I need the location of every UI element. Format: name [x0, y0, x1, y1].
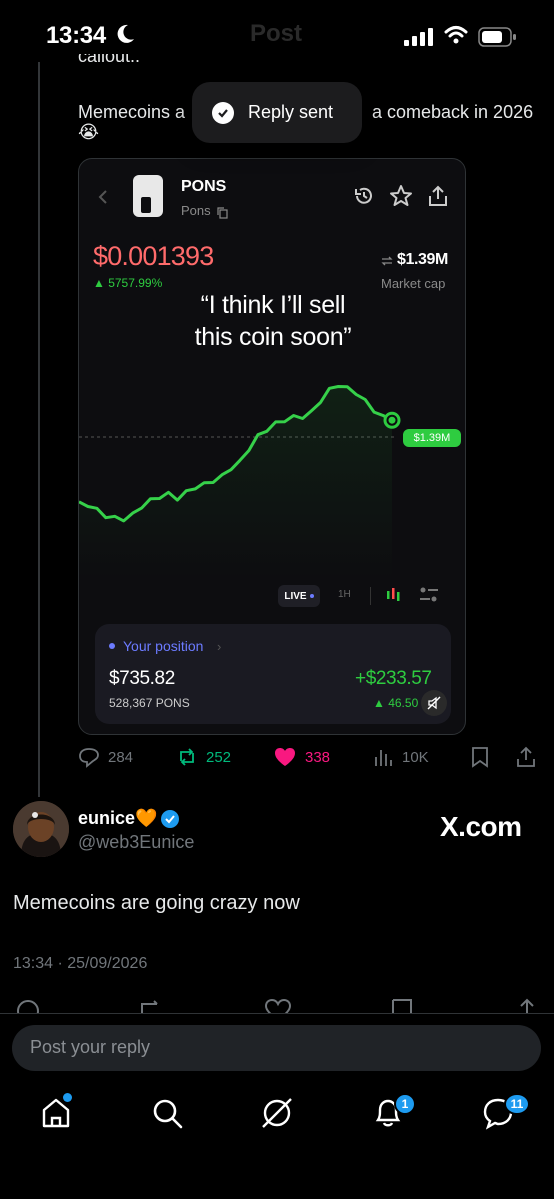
caption-line-1: “I think I’ll sell	[200, 291, 346, 319]
post-timestamp: 13:34 · 25/09/2026	[13, 955, 148, 972]
position-amount: 528,367 PONS	[109, 696, 190, 710]
position-label: Your position	[123, 638, 204, 654]
xcom-watermark: X.com	[440, 811, 522, 842]
share-icon[interactable]	[516, 998, 538, 1013]
overlay-caption: “I think I’ll sell this coin soon”	[79, 289, 465, 353]
views-icon	[375, 750, 392, 766]
avatar-image	[13, 801, 69, 857]
quoted-text-clipped: callout..	[78, 54, 141, 66]
verified-badge-icon	[161, 810, 179, 828]
signal-icon	[404, 28, 433, 46]
search-icon[interactable]	[150, 1096, 184, 1130]
heart-icon	[275, 748, 295, 766]
divider	[370, 587, 371, 605]
repost-icon	[180, 748, 194, 766]
check-icon	[212, 101, 234, 124]
share-icon[interactable]	[427, 184, 449, 208]
thread-text-end: a comeback in 2026	[372, 102, 534, 122]
clipped-action-row	[0, 996, 554, 1013]
history-icon[interactable]	[353, 185, 375, 207]
candlestick-icon[interactable]	[385, 586, 403, 604]
post-text: Memecoins are going crazy now	[13, 892, 300, 914]
live-toggle[interactable]: LIVE	[278, 585, 320, 607]
reply-icon	[79, 748, 99, 768]
repost-action[interactable]: 252	[176, 746, 231, 768]
thread-text-start: Memecoins a	[78, 102, 186, 122]
grok-icon[interactable]	[260, 1096, 294, 1130]
token-name: PONS	[181, 178, 227, 195]
crying-emoji: 😭	[78, 122, 100, 142]
like-action[interactable]: 338	[273, 746, 330, 768]
copy-icon[interactable]	[217, 207, 228, 219]
caption-line-2: this coin soon”	[194, 323, 352, 351]
moon-icon	[117, 24, 134, 43]
home-notification-dot	[63, 1093, 72, 1102]
notifications-badge: 1	[394, 1093, 416, 1115]
live-dot	[309, 594, 314, 598]
timeframe-1h[interactable]: 1H	[338, 589, 351, 600]
token-logo	[133, 175, 163, 217]
repost-count: 252	[206, 748, 232, 766]
views-action[interactable]: 10K	[372, 746, 429, 768]
position-pnl-pct: ▲ 46.50	[373, 696, 419, 710]
chart-area	[79, 386, 392, 579]
live-label: LIVE	[284, 590, 307, 602]
like-count: 338	[305, 748, 331, 766]
position-dot	[109, 643, 115, 649]
media-card[interactable]: PONS Pons $0.001393 ▲ 5757.99% $1.39M Ma…	[78, 158, 466, 735]
position-value: $735.82	[109, 668, 175, 689]
thread-connector-line	[38, 62, 40, 797]
market-cap-value: $1.39M	[397, 251, 448, 268]
price-change: ▲ 5757.99%	[93, 276, 163, 290]
chevron-right-icon: ›	[217, 639, 222, 654]
reply-placeholder: Post your reply	[30, 1037, 151, 1057]
token-symbol: Pons	[181, 203, 211, 218]
settings-sliders-icon[interactable]	[419, 586, 439, 604]
bookmark-icon[interactable]	[470, 746, 490, 768]
toast-label: Reply sent	[248, 102, 334, 122]
current-value-tag: $1.39M	[403, 429, 461, 447]
bookmark-icon[interactable]	[390, 998, 414, 1013]
heart-icon[interactable]	[264, 998, 292, 1013]
token-price: $0.001393	[93, 241, 214, 271]
star-icon[interactable]	[389, 184, 413, 208]
share-post-icon[interactable]	[515, 746, 537, 768]
position-pnl: +$233.57	[355, 668, 432, 689]
mute-icon	[427, 696, 441, 710]
wifi-icon	[444, 26, 468, 44]
reply-action[interactable]: 284	[78, 746, 133, 768]
messages-badge: 11	[504, 1093, 530, 1115]
reply-icon[interactable]	[15, 998, 41, 1013]
background-title: Post	[250, 20, 303, 47]
repost-icon[interactable]	[137, 998, 163, 1013]
battery-icon	[478, 27, 516, 47]
author-name[interactable]: eunice🧡	[78, 808, 157, 829]
reply-count: 284	[108, 748, 134, 766]
status-time: 13:34	[46, 22, 106, 49]
divider	[0, 1013, 554, 1014]
views-count: 10K	[402, 748, 429, 766]
back-chevron-icon[interactable]	[97, 189, 109, 205]
author-handle[interactable]: @web3Eunice	[78, 832, 194, 853]
mute-button[interactable]	[421, 690, 447, 716]
current-point-inner	[388, 416, 396, 424]
swap-icon[interactable]	[381, 255, 393, 267]
reply-sent-toast: Reply sent	[192, 82, 362, 143]
avatar[interactable]	[13, 801, 69, 857]
